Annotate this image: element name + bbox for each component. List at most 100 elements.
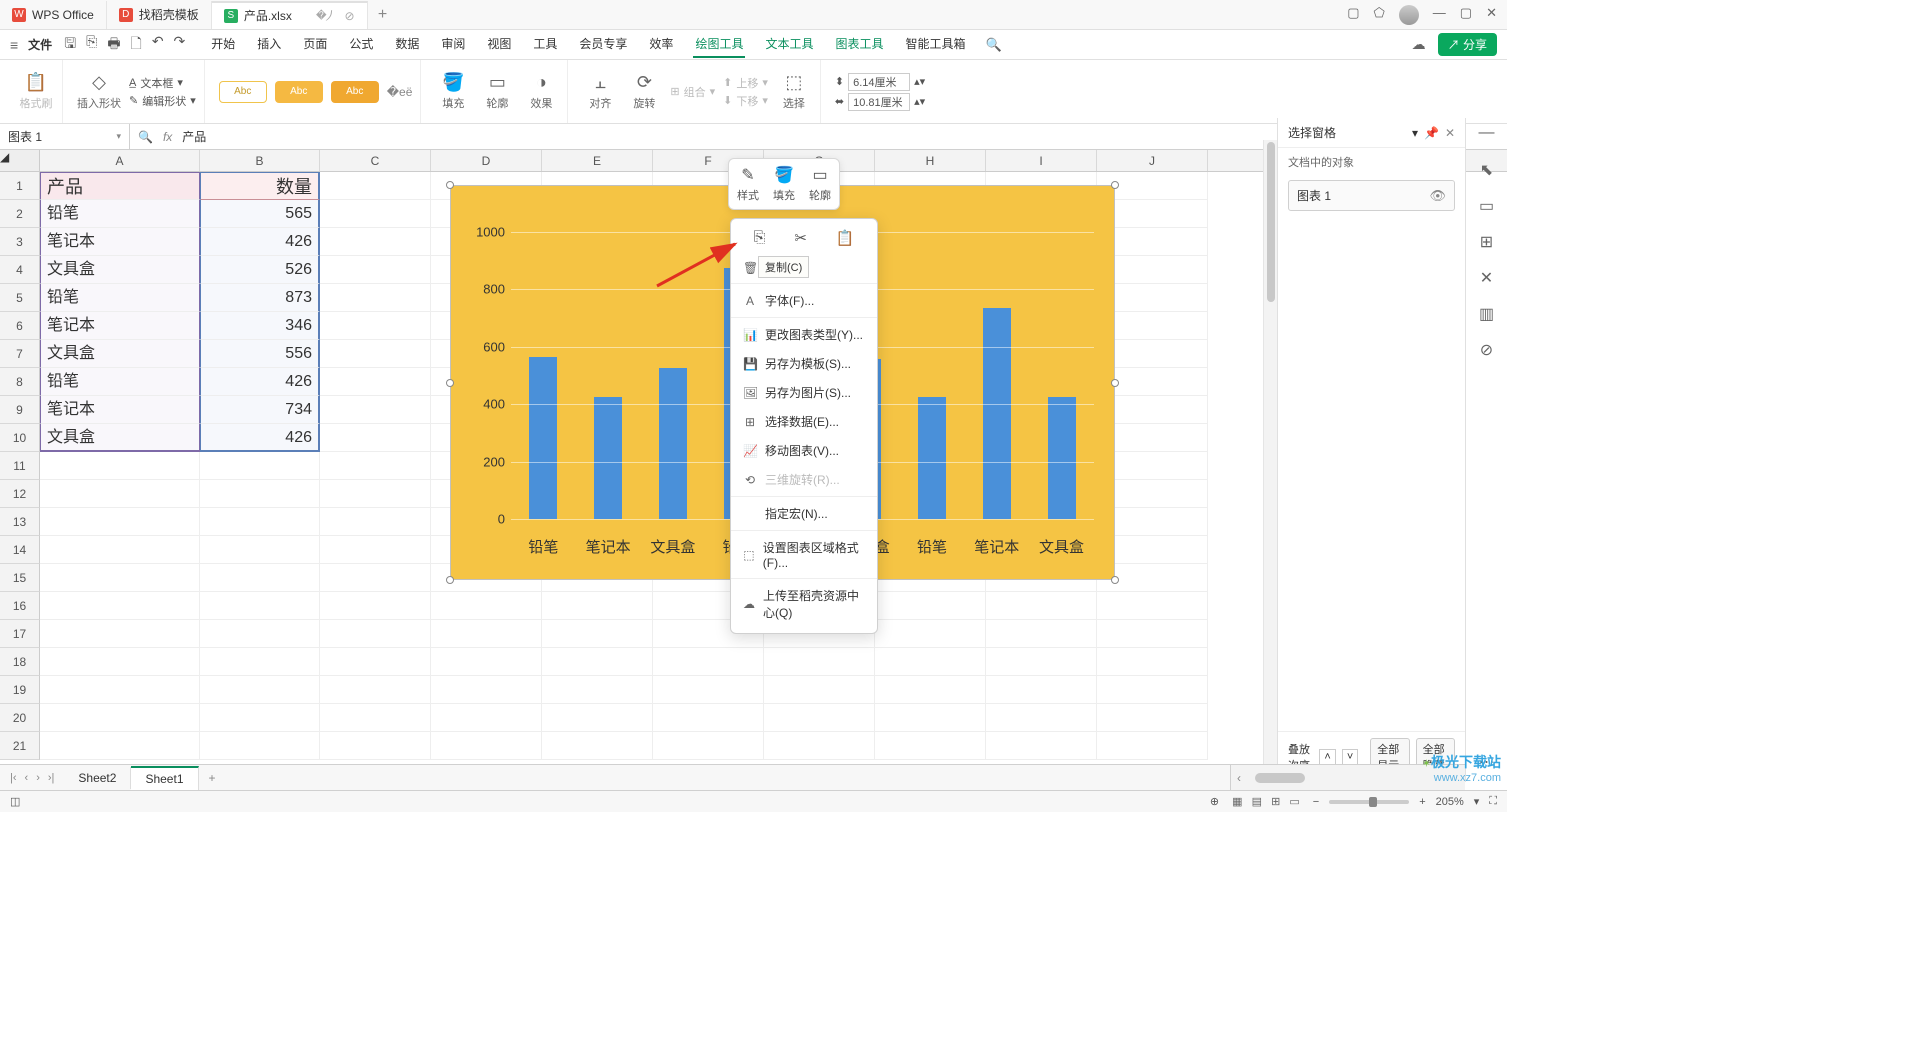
select-button[interactable]: ⬚选择 <box>776 72 812 111</box>
select-all-button[interactable]: ◢ <box>0 150 40 171</box>
tab-start[interactable]: 开始 <box>209 31 237 58</box>
resize-handle[interactable] <box>446 379 454 387</box>
col-header-a[interactable]: A <box>40 150 200 171</box>
cell[interactable] <box>200 620 320 648</box>
row-header[interactable]: 12 <box>0 480 40 508</box>
row-header[interactable]: 6 <box>0 312 40 340</box>
cell[interactable] <box>40 536 200 564</box>
ctx-save-image[interactable]: 🖼另存为图片(S)... <box>731 378 877 407</box>
tab-tools[interactable]: 工具 <box>531 31 559 58</box>
tab-insert[interactable]: 插入 <box>255 31 283 58</box>
cell[interactable] <box>875 676 986 704</box>
cell[interactable] <box>200 704 320 732</box>
row-header[interactable]: 7 <box>0 340 40 368</box>
row-header[interactable]: 18 <box>0 648 40 676</box>
ctx-change-chart-type[interactable]: 📊更改图表类型(Y)... <box>731 320 877 349</box>
ctx-copy-icon[interactable]: ⎘ <box>753 229 765 247</box>
col-header-i[interactable]: I <box>986 150 1097 171</box>
tab-efficiency[interactable]: 效率 <box>647 31 675 58</box>
selection-pane-item[interactable]: 图表 1 👁 <box>1288 180 1455 211</box>
cell[interactable] <box>542 732 653 760</box>
cell[interactable] <box>200 480 320 508</box>
cell[interactable] <box>320 228 431 256</box>
tab-chart-tools[interactable]: 图表工具 <box>833 31 885 58</box>
cell[interactable]: 873 <box>200 284 320 312</box>
ctx-save-template[interactable]: 💾另存为模板(S)... <box>731 349 877 378</box>
cell[interactable]: 笔记本 <box>40 312 200 340</box>
fullscreen-icon[interactable]: ⛶ <box>1489 795 1497 808</box>
cell[interactable] <box>320 312 431 340</box>
add-sheet-button[interactable]: + <box>199 771 226 785</box>
app-tab-docer[interactable]: D 找稻壳模板 <box>107 1 212 29</box>
cell[interactable] <box>764 704 875 732</box>
cell[interactable] <box>320 508 431 536</box>
cell[interactable] <box>40 480 200 508</box>
cell[interactable]: 文具盒 <box>40 340 200 368</box>
sheet-tab-sheet1[interactable]: Sheet1 <box>131 766 198 790</box>
tab-formula[interactable]: 公式 <box>347 31 375 58</box>
chart-icon[interactable]: ✕ <box>1480 268 1493 288</box>
zoom-value[interactable]: 205% <box>1436 796 1464 808</box>
ctx-upload-docer[interactable]: ☁上传至稻壳资源中心(Q) <box>731 581 877 627</box>
tab-close-icon[interactable]: ⊘ <box>344 9 354 23</box>
textbox-button[interactable]: A̲文本框▾ <box>129 75 196 91</box>
sheet-next-icon[interactable]: › <box>36 772 40 784</box>
cell[interactable]: 426 <box>200 368 320 396</box>
hamburger-icon[interactable]: ≡ <box>10 37 18 53</box>
share-button[interactable]: ↗ 分享 <box>1438 33 1497 56</box>
close-icon[interactable]: ✕ <box>1486 5 1497 25</box>
cell[interactable] <box>1097 648 1208 676</box>
row-header[interactable]: 20 <box>0 704 40 732</box>
tab-member[interactable]: 会员专享 <box>577 31 629 58</box>
row-header[interactable]: 13 <box>0 508 40 536</box>
cloud-status-icon[interactable]: ⊕ <box>1210 795 1219 808</box>
cell[interactable] <box>653 648 764 676</box>
cell[interactable] <box>1097 732 1208 760</box>
row-header[interactable]: 14 <box>0 536 40 564</box>
cell[interactable] <box>40 452 200 480</box>
cell[interactable] <box>40 732 200 760</box>
cell[interactable] <box>431 676 542 704</box>
cell[interactable] <box>40 704 200 732</box>
row-header[interactable]: 19 <box>0 676 40 704</box>
cell[interactable] <box>986 676 1097 704</box>
cell[interactable] <box>1097 592 1208 620</box>
style-icon[interactable]: ▭ <box>1479 196 1494 216</box>
bar[interactable] <box>1048 397 1076 519</box>
cell[interactable] <box>764 648 875 676</box>
cancel-icon[interactable]: 🔍 <box>138 130 153 144</box>
effects-button[interactable]: ◑效果 <box>523 72 559 111</box>
cell[interactable]: 526 <box>200 256 320 284</box>
cell[interactable]: 426 <box>200 424 320 452</box>
undo-icon[interactable]: ↶ <box>152 33 164 57</box>
save-icon[interactable]: 🖫 <box>64 33 76 57</box>
print-icon[interactable]: 🖶 <box>107 33 120 57</box>
cell[interactable] <box>320 368 431 396</box>
cell[interactable]: 铅笔 <box>40 284 200 312</box>
row-header[interactable]: 17 <box>0 620 40 648</box>
resize-handle[interactable] <box>1111 181 1119 189</box>
print-preview-icon[interactable]: 🗋 <box>131 33 142 57</box>
sheet-tab-sheet2[interactable]: Sheet2 <box>64 767 131 789</box>
minimize-icon[interactable]: — <box>1433 5 1446 25</box>
cell[interactable] <box>431 704 542 732</box>
cell[interactable] <box>320 396 431 424</box>
cell[interactable] <box>653 732 764 760</box>
name-box[interactable]: 图表 1 ▾ <box>0 124 130 149</box>
row-header[interactable]: 1 <box>0 172 40 200</box>
file-menu[interactable]: 文件 <box>28 36 52 53</box>
group-button[interactable]: ⊞组合▾ <box>670 84 715 100</box>
cell[interactable]: 426 <box>200 228 320 256</box>
cell[interactable] <box>200 592 320 620</box>
cell[interactable] <box>764 732 875 760</box>
ctx-move-chart[interactable]: 📈移动图表(V)... <box>731 436 877 465</box>
cell[interactable] <box>542 620 653 648</box>
cell[interactable] <box>40 620 200 648</box>
tab-drawing-tools[interactable]: 绘图工具 <box>693 31 745 58</box>
vertical-scrollbar[interactable] <box>1263 140 1277 764</box>
col-header-d[interactable]: D <box>431 150 542 171</box>
outline-button[interactable]: ▭轮廓 <box>479 72 515 111</box>
cell[interactable] <box>320 592 431 620</box>
cell[interactable] <box>40 592 200 620</box>
bar[interactable] <box>659 368 687 519</box>
